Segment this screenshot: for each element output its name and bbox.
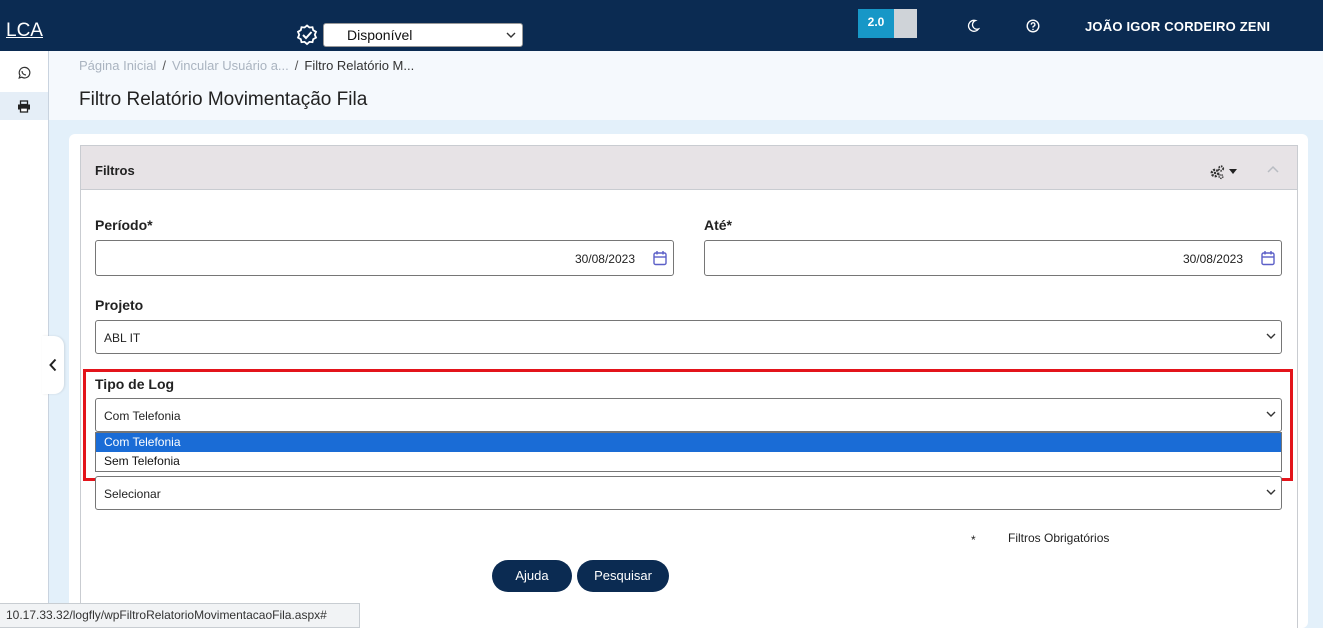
- breadcrumb-current: Filtro Relatório M...: [304, 58, 415, 73]
- sidebar-item-whatsapp[interactable]: [0, 59, 48, 87]
- browser-status-url: 10.17.33.32/logfly/wpFiltroRelatorioMovi…: [0, 603, 360, 628]
- top-navbar: LCA Disponível 2.0 JOÃO IGOR CORDEIRO ZE…: [0, 0, 1323, 51]
- fourth-filter-select[interactable]: Selecionar: [95, 476, 1282, 510]
- fourth-filter-select-value: Selecionar: [104, 487, 161, 501]
- badge-check-icon: [296, 24, 318, 46]
- periodo-date-value: 30/08/2023: [574, 252, 635, 266]
- user-name[interactable]: JOÃO IGOR CORDEIRO ZENI: [1085, 19, 1270, 34]
- calendar-icon[interactable]: [653, 250, 667, 266]
- gears-icon[interactable]: [1209, 164, 1225, 180]
- caret-down-icon[interactable]: [1229, 169, 1237, 174]
- chevron-down-icon: [506, 32, 516, 38]
- breadcrumb-separator: /: [162, 58, 166, 73]
- search-button[interactable]: Pesquisar: [577, 560, 669, 592]
- projeto-select[interactable]: ABL IT: [95, 320, 1282, 354]
- moon-icon[interactable]: [966, 19, 980, 33]
- page-title: Filtro Relatório Movimentação Fila: [79, 89, 368, 110]
- chevron-left-icon: [49, 358, 57, 372]
- printer-icon: [18, 99, 30, 113]
- breadcrumb: Página Inicial / Vincular Usuário a... / Fil…: [79, 58, 414, 73]
- help-icon[interactable]: [1026, 19, 1040, 33]
- periodo-date-input[interactable]: 30/08/2023: [95, 240, 674, 276]
- required-star: *: [971, 533, 976, 547]
- chevron-down-icon: [1266, 333, 1276, 339]
- version-badge: 2.0: [858, 9, 894, 38]
- whatsapp-icon: [18, 66, 31, 79]
- version-toggle[interactable]: [894, 9, 917, 38]
- chevron-down-icon: [1266, 489, 1276, 495]
- availability-select[interactable]: Disponível: [323, 23, 523, 47]
- highlight-annotation: [83, 369, 1293, 481]
- help-button[interactable]: Ajuda: [492, 560, 572, 592]
- breadcrumb-separator: /: [294, 58, 299, 73]
- filters-panel-title: Filtros: [95, 163, 135, 178]
- required-filters-note: Filtros Obrigatórios: [1008, 531, 1110, 545]
- ate-date-value: 30/08/2023: [1182, 252, 1243, 266]
- projeto-select-value: ABL IT: [104, 331, 141, 345]
- sidebar-item-print[interactable]: [0, 92, 48, 120]
- breadcrumb-vincular[interactable]: Vincular Usuário a...: [172, 58, 289, 73]
- ate-label: Até*: [704, 217, 733, 233]
- availability-select-value: Disponível: [347, 27, 413, 43]
- chevron-up-icon[interactable]: [1267, 165, 1279, 173]
- sidebar-toggle[interactable]: [42, 336, 64, 394]
- filters-panel-header: Filtros: [81, 146, 1297, 190]
- breadcrumb-home[interactable]: Página Inicial: [79, 58, 156, 73]
- periodo-label: Período*: [95, 217, 153, 233]
- app-logo[interactable]: LCA: [6, 20, 43, 42]
- calendar-icon[interactable]: [1261, 250, 1275, 266]
- projeto-label: Projeto: [95, 297, 144, 313]
- ate-date-input[interactable]: 30/08/2023: [704, 240, 1282, 276]
